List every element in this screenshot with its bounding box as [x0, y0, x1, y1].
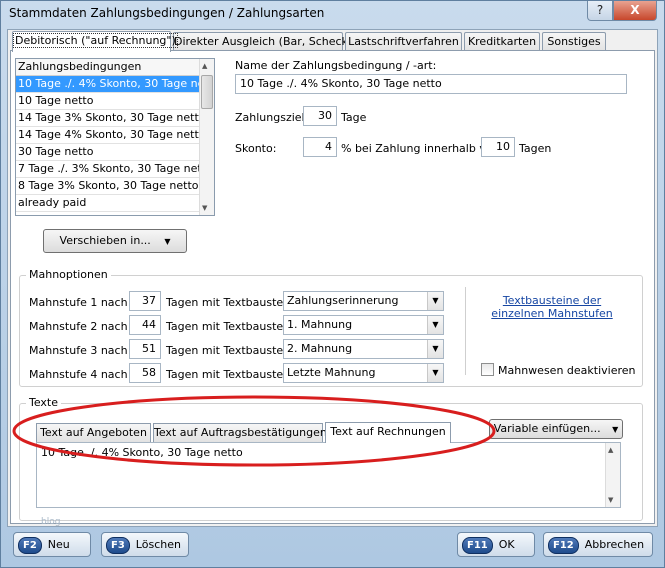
mahnstufe-2-combo-value: 1. Mahnung: [287, 318, 353, 331]
list-item[interactable]: 10 Tage ./. 4% Skonto, 30 Tage netto: [16, 76, 199, 93]
mahnstufe-1-label: Mahnstufe 1 nach: [29, 296, 128, 309]
list-item[interactable]: 10 Tage netto: [16, 93, 199, 110]
rechnung-text-content: 10 Tage ./. 4% Skonto, 30 Tage netto: [41, 446, 243, 459]
move-to-button[interactable]: Verschieben in... ▼: [43, 229, 187, 253]
dropdown-arrow-icon[interactable]: ▼: [427, 364, 443, 382]
tab-debitorisch[interactable]: Debitorisch ("auf Rechnung"): [12, 31, 178, 52]
ziel-field[interactable]: 30: [303, 106, 337, 126]
tab-text-rechnungen[interactable]: Text auf Rechnungen: [325, 422, 451, 443]
scroll-thumb[interactable]: [201, 75, 213, 109]
cancel-button[interactable]: F12 Abbrechen: [543, 532, 653, 557]
list-item[interactable]: already paid: [16, 195, 199, 212]
mahnstufe-4-label: Mahnstufe 4 nach: [29, 368, 128, 381]
list-item[interactable]: 14 Tage 4% Skonto, 30 Tage netto: [16, 127, 199, 144]
scroll-down-icon[interactable]: ▼: [202, 204, 207, 212]
dropdown-arrow-icon: ▼: [164, 237, 171, 246]
cancel-label: Abbrechen: [584, 538, 645, 551]
name-field[interactable]: 10 Tage ./. 4% Skonto, 30 Tage netto: [235, 74, 627, 94]
dropdown-arrow-icon: ▼: [612, 425, 619, 434]
variable-einfuegen-label: Variable einfügen...: [493, 422, 601, 435]
mahnstufe-1-text: Tagen mit Textbaustein: [166, 296, 294, 309]
dialog-window: Stammdaten Zahlungsbedingungen / Zahlung…: [0, 0, 665, 568]
payment-terms-list[interactable]: Zahlungsbedingungen 10 Tage ./. 4% Skont…: [15, 58, 215, 216]
tab-text-angebote[interactable]: Text auf Angeboten: [36, 423, 151, 442]
delete-shortcut-key: F3: [106, 537, 130, 554]
ok-label: OK: [498, 538, 515, 551]
variable-einfuegen-button[interactable]: Variable einfügen... ▼: [489, 419, 623, 439]
list-header: Zahlungsbedingungen: [16, 59, 214, 76]
mahnstufe-2-days[interactable]: 44: [129, 315, 161, 335]
watermark-text: blog: [41, 517, 61, 527]
list-item[interactable]: 30 Tage netto: [16, 144, 199, 161]
list-item[interactable]: 8 Tage 3% Skonto, 30 Tage netto: [16, 178, 199, 195]
mahnwesen-deaktivieren-label: Mahnwesen deaktivieren: [498, 364, 636, 377]
close-button[interactable]: X: [613, 1, 657, 21]
mahnstufe-3-label: Mahnstufe 3 nach: [29, 344, 128, 357]
new-button[interactable]: F2 Neu: [13, 532, 91, 557]
textbausteine-link-line2: einzelnen Mahnstufen: [491, 307, 613, 320]
tab-debitorisch-label: Debitorisch ("auf Rechnung"): [13, 33, 178, 48]
tab-sonstiges[interactable]: Sonstiges: [542, 32, 606, 51]
dropdown-arrow-icon[interactable]: ▼: [427, 316, 443, 334]
skonto-label: Skonto:: [235, 142, 277, 155]
dropdown-arrow-icon[interactable]: ▼: [427, 292, 443, 310]
window-title: Stammdaten Zahlungsbedingungen / Zahlung…: [9, 6, 325, 20]
mahnstufe-4-combo[interactable]: Letzte Mahnung ▼: [283, 363, 444, 383]
skonto-days-field[interactable]: 10: [481, 137, 515, 157]
dropdown-arrow-icon[interactable]: ▼: [427, 340, 443, 358]
ok-button[interactable]: F11 OK: [457, 532, 535, 557]
tab-lastschrift[interactable]: Lastschriftverfahren: [345, 32, 462, 51]
scroll-up-icon[interactable]: ▲: [202, 62, 207, 70]
textarea-scrollbar[interactable]: ▲ ▼: [605, 443, 620, 507]
mahnstufe-2-text: Tagen mit Textbaustein: [166, 320, 294, 333]
mahnstufe-1-days[interactable]: 37: [129, 291, 161, 311]
scroll-down-icon[interactable]: ▼: [608, 496, 613, 504]
delete-label: Löschen: [135, 538, 181, 551]
textbausteine-link[interactable]: Textbausteine der einzelnen Mahnstufen: [487, 294, 617, 320]
textbausteine-link-line1: Textbausteine der: [502, 294, 602, 307]
mahnstufe-2-combo[interactable]: 1. Mahnung ▼: [283, 315, 444, 335]
scroll-up-icon[interactable]: ▲: [608, 446, 613, 454]
mahnstufe-1-combo-value: Zahlungserinnerung: [287, 294, 399, 307]
mahnstufe-4-text: Tagen mit Textbaustein: [166, 368, 294, 381]
new-shortcut-key: F2: [18, 537, 42, 554]
mahnoptionen-title: Mahnoptionen: [26, 268, 111, 281]
ziel-unit: Tage: [341, 111, 367, 124]
mahnstufe-3-combo-value: 2. Mahnung: [287, 342, 353, 355]
title-bar[interactable]: Stammdaten Zahlungsbedingungen / Zahlung…: [1, 1, 664, 25]
mahnwesen-deaktivieren-checkbox[interactable]: [481, 363, 494, 376]
mahn-divider: [465, 287, 466, 375]
move-to-label: Verschieben in...: [59, 234, 151, 247]
skonto-field[interactable]: 4: [303, 137, 337, 157]
list-item[interactable]: 7 Tage ./. 3% Skonto, 30 Tage netto: [16, 161, 199, 178]
mahnstufe-2-label: Mahnstufe 2 nach: [29, 320, 128, 333]
list-item[interactable]: 14 Tage 3% Skonto, 30 Tage netto: [16, 110, 199, 127]
skonto-days-unit: Tagen: [519, 142, 552, 155]
mahnstufe-3-text: Tagen mit Textbaustein: [166, 344, 294, 357]
client-area: Debitorisch ("auf Rechnung") Direkter Au…: [7, 29, 658, 527]
mahnstufe-1-combo[interactable]: Zahlungserinnerung ▼: [283, 291, 444, 311]
mahnstufe-3-days[interactable]: 51: [129, 339, 161, 359]
cancel-shortcut-key: F12: [548, 537, 579, 554]
list-scrollbar[interactable]: ▲ ▼: [199, 59, 214, 215]
new-label: Neu: [47, 538, 70, 551]
mahnstufe-4-combo-value: Letzte Mahnung: [287, 366, 376, 379]
ok-shortcut-key: F11: [462, 537, 493, 554]
name-label: Name der Zahlungsbedingung / -art:: [235, 59, 437, 72]
tab-text-auftragsbestaetigungen[interactable]: Text auf Auftragsbestätigungen: [153, 423, 327, 442]
help-button[interactable]: ?: [587, 1, 613, 21]
delete-button[interactable]: F3 Löschen: [101, 532, 189, 557]
tab-direkter-ausgleich[interactable]: Direkter Ausgleich (Bar, Scheck): [173, 32, 352, 51]
mahnstufe-4-days[interactable]: 58: [129, 363, 161, 383]
ziel-label: Zahlungsziel:: [235, 111, 309, 124]
texte-title: Texte: [26, 396, 62, 409]
skonto-text: % bei Zahlung innerhalb von: [341, 142, 500, 155]
rechnung-text-area[interactable]: 10 Tage ./. 4% Skonto, 30 Tage netto ▲ ▼: [36, 442, 621, 508]
tab-kreditkarten[interactable]: Kreditkarten: [464, 32, 540, 51]
mahnstufe-3-combo[interactable]: 2. Mahnung ▼: [283, 339, 444, 359]
